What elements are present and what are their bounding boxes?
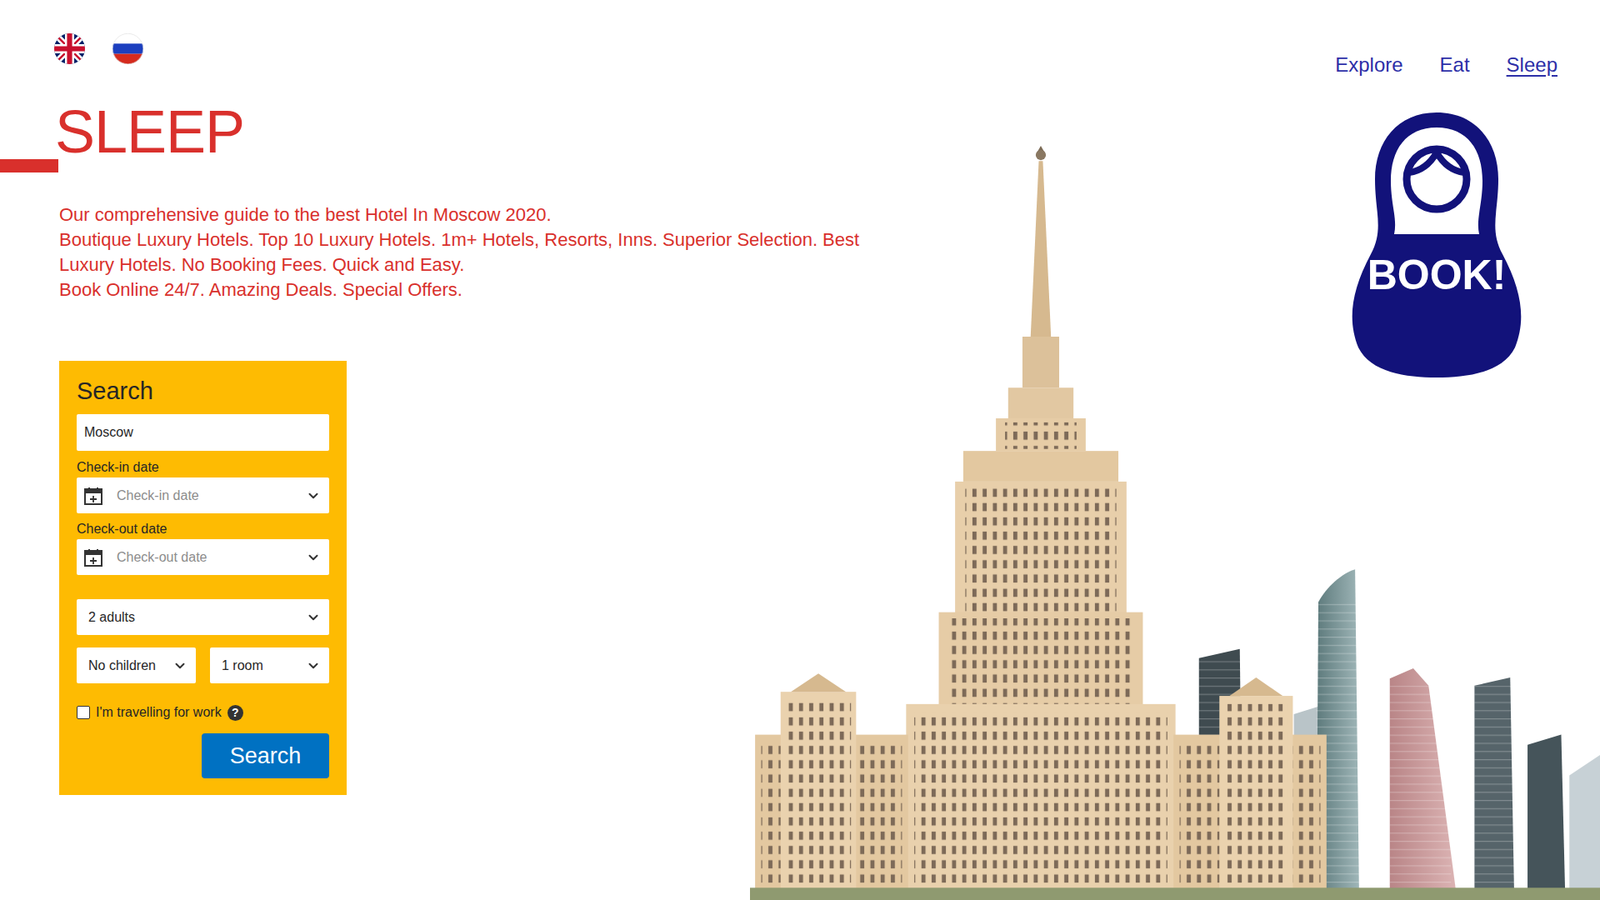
nav-link[interactable]: Sleep [1506, 52, 1558, 78]
page-title: SLEEP [55, 101, 245, 162]
description-line: Luxury Hotels. No Booking Fees. Quick an… [59, 252, 860, 278]
chevron-down-icon [305, 610, 321, 625]
checkin-label: Check-in date [76, 459, 330, 476]
calendar-icon [83, 485, 104, 506]
chevron-down-icon [305, 550, 321, 565]
work-travel-checkbox[interactable] [76, 705, 90, 720]
children-select[interactable]: No children [76, 647, 196, 684]
matryoshka-logo[interactable]: BOOK! [1347, 112, 1526, 378]
guests-row: No children 1 room [76, 647, 330, 684]
main-nav: Explore Eat Sleep [1335, 52, 1558, 78]
adults-select[interactable]: 2 adults [76, 599, 330, 635]
calendar-icon [83, 547, 104, 568]
checkout-select[interactable]: Check-out date [76, 539, 330, 575]
help-icon[interactable]: ? [227, 705, 244, 721]
sleep-page: SLEEP Our comprehensive guide to the best… [0, 0, 1600, 900]
description-line: Book Online 24/7. Amazing Deals. Special… [59, 277, 860, 303]
language-switcher [0, 0, 144, 65]
english-flag-icon [54, 33, 85, 65]
logo-label: BOOK! [1367, 251, 1507, 299]
russian-language-button[interactable] [112, 33, 144, 65]
chevron-down-icon [305, 658, 321, 674]
russian-flag-icon [112, 33, 144, 65]
description-line: Boutique Luxury Hotels. Top 10 Luxury Ho… [59, 227, 860, 253]
chevron-down-icon [305, 488, 321, 504]
checkout-label: Check-out date [76, 520, 330, 538]
search-title: Search [76, 375, 330, 406]
rooms-select[interactable]: 1 room [210, 647, 330, 684]
chevron-down-icon [172, 658, 188, 674]
destination-input[interactable] [76, 414, 330, 451]
search-panel: Search Check-in dateCheck-in date Check-ou… [59, 360, 347, 795]
page-description: Our comprehensive guide to the best Hote… [0, 202, 860, 303]
checkin-select[interactable]: Check-in date [76, 477, 330, 514]
nav-link[interactable]: Eat [1440, 52, 1470, 78]
side-column: Explore Eat Sleep BOOK! [1335, 0, 1600, 900]
title-accent-bar [0, 159, 59, 173]
english-language-button[interactable] [54, 33, 85, 65]
title-row: SLEEP [0, 101, 245, 162]
search-button[interactable]: Search [201, 733, 330, 779]
main-column: SLEEP Our comprehensive guide to the best… [0, 0, 1335, 900]
book-logo[interactable]: BOOK! [1347, 112, 1526, 378]
description-line: Our comprehensive guide to the best Hote… [59, 202, 860, 228]
work-travel-option[interactable]: I'm travelling for work? [76, 704, 330, 721]
work-travel-label: I'm travelling for work [95, 704, 222, 721]
nav-link[interactable]: Explore [1335, 52, 1403, 78]
